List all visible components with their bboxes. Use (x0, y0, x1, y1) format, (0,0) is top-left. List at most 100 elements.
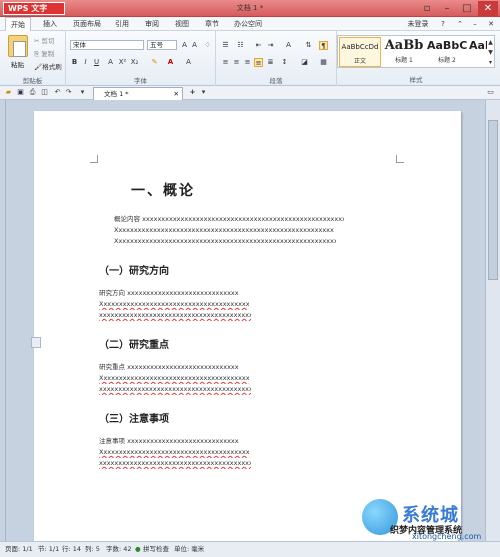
watermark-url: xitongcheng.com (412, 532, 482, 541)
font-name-select[interactable]: 宋体 (70, 40, 144, 50)
ribbon-collapse-icon[interactable]: ⌃ (455, 17, 465, 31)
align-center-icon[interactable]: ≡ (232, 58, 241, 67)
vertical-scrollbar[interactable] (485, 100, 500, 541)
login-status[interactable]: 未登录 (405, 17, 431, 31)
intro-line-2: Xxxxxxxxxxxxxxxxxxxxxxxxxxxxxxxxxxxxxxxx… (114, 226, 334, 234)
style-normal-name: 正文 (353, 58, 366, 65)
bold-icon[interactable]: B (70, 58, 79, 67)
shading-icon[interactable]: ◪ (300, 58, 309, 67)
status-page: 页面: 1/1 (5, 545, 33, 553)
underline-icon[interactable]: U (92, 58, 101, 67)
format-painter-button[interactable]: 🖌格式刷 (34, 61, 62, 71)
menu-bar: 开始 插入 页面布局 引用 审阅 视图 章节 办公空间 未登录 ? ⌃ – ✕ (0, 17, 500, 31)
maximize-icon[interactable]: □ (458, 1, 476, 16)
style-heading3[interactable]: AaBbC (469, 37, 487, 67)
font-group: 宋体 五号 A A ♢ B I U A X² X₂ ✎ A A 字体 (66, 31, 216, 86)
help-icon[interactable]: ? (438, 17, 448, 31)
document-workspace: 一、概论 概论内容 xxxxxxxxxxxxxxxxxxxxxxxxxxxxxx… (5, 100, 485, 542)
spellcheck-icon: ● (135, 545, 141, 553)
preview-icon[interactable]: ◫ (40, 88, 49, 97)
highlight-icon[interactable]: ✎ (150, 58, 159, 67)
italic-icon[interactable]: I (81, 58, 90, 67)
paste-icon[interactable] (8, 35, 28, 57)
tab-review[interactable]: 审阅 (140, 17, 164, 31)
close-doc-icon[interactable]: ✕ (486, 17, 496, 31)
section1-line-1: 研究方向 xxxxxxxxxxxxxxxxxxxxxxxxxxxxxxxxx (99, 289, 239, 297)
numbered-list-icon[interactable]: ☷ (236, 41, 245, 50)
distributed-icon[interactable]: ≣ (266, 58, 275, 67)
restore-icon[interactable]: ▫ (418, 1, 436, 16)
qa-dropdown-icon[interactable]: ▾ (78, 88, 87, 97)
status-col: 列: 5 (85, 545, 100, 553)
status-bar: 页面: 1/1 节: 1/1 行: 14 列: 5 字数: 42 ● 拼写检查 … (0, 541, 500, 557)
status-section: 节: 1/1 (38, 545, 60, 553)
minimize-icon[interactable]: – (438, 1, 456, 16)
copy-button[interactable]: ⎘ 复制 (34, 48, 54, 59)
close-icon[interactable]: ✕ (478, 1, 498, 16)
gallery-scroll-up-icon[interactable]: ▲ (486, 38, 495, 47)
show-marks-icon[interactable]: ¶ (319, 41, 328, 50)
new-tab-icon[interactable]: + (188, 88, 197, 97)
tab-office-space[interactable]: 办公空间 (230, 17, 266, 31)
superscript-icon[interactable]: X² (118, 58, 127, 67)
sort-icon[interactable]: ⇅ (304, 41, 313, 50)
bullet-list-icon[interactable]: ☰ (221, 41, 230, 50)
char-shading-icon[interactable]: A (184, 58, 193, 67)
cut-button[interactable]: ✂ 剪切 (34, 35, 55, 45)
format-painter-label: 格式刷 (42, 63, 62, 71)
align-justify-icon[interactable]: ≡ (254, 58, 263, 67)
tab-list-icon[interactable]: ▾ (199, 88, 208, 97)
font-color-icon[interactable]: A (166, 58, 175, 67)
tab-page-layout[interactable]: 页面布局 (70, 17, 104, 31)
margin-mark-right (396, 155, 404, 163)
shrink-font-icon[interactable]: A (190, 41, 199, 50)
clear-format-icon[interactable]: ♢ (203, 41, 212, 50)
panel-toggle-icon[interactable]: ▭ (486, 88, 495, 97)
paste-button-label[interactable]: 粘贴 (11, 59, 24, 69)
undo-icon[interactable]: ↶ (53, 88, 62, 97)
print-icon[interactable]: ⎙ (28, 88, 37, 97)
document-page[interactable]: 一、概论 概论内容 xxxxxxxxxxxxxxxxxxxxxxxxxxxxxx… (34, 111, 461, 542)
minimize-doc-icon[interactable]: – (470, 17, 480, 31)
redo-icon[interactable]: ↷ (64, 88, 73, 97)
status-spellcheck[interactable]: 拼写检查 (143, 542, 169, 557)
grow-font-icon[interactable]: A (180, 41, 189, 50)
paragraph-group: ☰ ☷ ⇤ ⇥ A ⇅ ¶ ≡ ≡ ≡ ≡ ≣ ↕ ◪ ▦ 段落 (216, 31, 337, 86)
save-icon[interactable]: ▣ (16, 88, 25, 97)
style-normal-preview: AaBbCcDd (341, 43, 379, 51)
style-heading1[interactable]: AaBb 标题 1 (383, 37, 425, 67)
font-size-select[interactable]: 五号 (147, 40, 177, 50)
cut-label: 剪切 (41, 37, 55, 45)
open-icon[interactable]: ▰ (4, 88, 13, 97)
border-icon[interactable]: ▦ (319, 58, 328, 67)
increase-indent-icon[interactable]: ⇥ (266, 41, 275, 50)
style-normal[interactable]: AaBbCcDd 正文 (339, 37, 381, 67)
style-gallery: AaBbCcDd 正文 AaBb 标题 1 AaBbC 标题 2 AaBbC ▲… (337, 35, 495, 68)
tab-chapter[interactable]: 章节 (200, 17, 224, 31)
section3-line-2: Xxxxxxxxxxxxxxxxxxxxxxxxxxxxxxxxxxxxxxxx… (99, 448, 249, 456)
intro-line-1: 概论内容 xxxxxxxxxxxxxxxxxxxxxxxxxxxxxxxxxxx… (114, 215, 344, 223)
line-spacing-icon[interactable]: ↕ (280, 58, 289, 67)
strikethrough-icon[interactable]: A (106, 58, 115, 67)
tab-close-icon[interactable]: ✕ (174, 88, 179, 100)
align-left-icon[interactable]: ≡ (221, 58, 230, 67)
tab-references[interactable]: 引用 (110, 17, 134, 31)
decrease-indent-icon[interactable]: ⇤ (254, 41, 263, 50)
scrollbar-thumb[interactable] (488, 120, 498, 280)
style-heading2[interactable]: AaBbC 标题 2 (427, 37, 467, 67)
gallery-expand-icon[interactable]: ▾ (486, 58, 495, 67)
style-heading3-preview: AaBbC (469, 39, 487, 52)
subscript-icon[interactable]: X₂ (130, 58, 139, 67)
tab-home[interactable]: 开始 (5, 17, 31, 31)
document-tab[interactable]: 文档 1 * ✕ (93, 87, 183, 100)
doc-heading-1: 一、概论 (131, 183, 195, 199)
gallery-scroll-down-icon[interactable]: ▼ (486, 48, 495, 57)
tab-view[interactable]: 视图 (170, 17, 194, 31)
status-unit[interactable]: 单位: 毫米 (174, 542, 204, 557)
paragraph-handle-icon[interactable] (31, 337, 41, 348)
tab-insert[interactable]: 插入 (38, 17, 62, 31)
align-right-icon[interactable]: ≡ (243, 58, 252, 67)
chinese-layout-icon[interactable]: A (284, 41, 293, 50)
quick-access-bar: ▰ ▣ ⎙ ◫ ↶ ↷ ▾ 文档 1 * ✕ + ▾ ▭ (0, 86, 500, 100)
ribbon: 粘贴 ✂ 剪切 ⎘ 复制 🖌格式刷 剪贴板 宋体 五号 A A ♢ B I U … (0, 31, 500, 86)
